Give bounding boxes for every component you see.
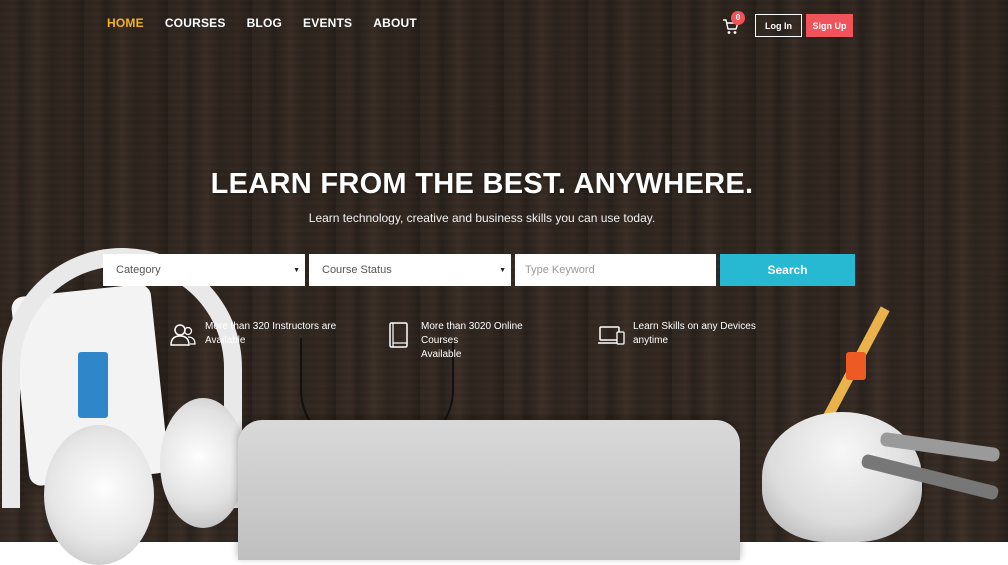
keyword-input[interactable] (515, 254, 716, 286)
dropdown-arrow-icon: ▼ (499, 266, 506, 274)
course-search-form: Category ▼ Course Status ▼ Search (103, 254, 855, 286)
book-icon (389, 322, 408, 348)
nav-about[interactable]: ABOUT (373, 16, 417, 30)
course-status-select-value: Course Status (322, 264, 392, 276)
headphone-earcup-right (160, 398, 246, 528)
headphone-earcup-left (44, 425, 154, 565)
hero-subline: Learn technology, creative and business … (308, 211, 656, 225)
feature-courses-line2: Available (421, 349, 462, 360)
feature-devices: Learn Skills on any Devices anytime (597, 320, 773, 349)
feature-instructors-line1: More than 320 Instructors are (205, 321, 337, 332)
main-nav: HOME COURSES BLOG EVENTS ABOUT (107, 16, 417, 30)
course-status-select[interactable]: Course Status ▼ (309, 254, 511, 286)
nav-home[interactable]: HOME (107, 16, 144, 30)
nav-courses[interactable]: COURSES (165, 16, 226, 30)
feature-devices-line2: anytime (633, 335, 669, 346)
feature-courses-line1: More than 3020 Online Courses (421, 321, 523, 346)
nav-blog[interactable]: BLOG (247, 16, 282, 30)
category-select-value: Category (116, 264, 161, 276)
devices-icon (598, 326, 625, 345)
category-select[interactable]: Category ▼ (103, 254, 305, 286)
feature-devices-line1: Learn Skills on any Devices (633, 321, 756, 332)
laptop-image (238, 420, 740, 560)
pen-cup-image (762, 412, 922, 542)
feature-courses: More than 3020 Online Courses Available (385, 320, 561, 362)
dropdown-arrow-icon: ▼ (293, 266, 300, 274)
instructors-icon (170, 324, 196, 346)
nav-events[interactable]: EVENTS (303, 16, 352, 30)
login-button[interactable]: Log In (755, 14, 802, 37)
cart-count-badge: 0 (731, 11, 745, 25)
search-button[interactable]: Search (720, 254, 855, 286)
feature-instructors-line2: Available (205, 335, 246, 346)
signup-button[interactable]: Sign Up (806, 14, 853, 37)
highlighter-image (846, 352, 866, 380)
hero-headline: LEARN FROM THE BEST. ANYWHERE. (210, 168, 754, 200)
feature-instructors: More than 320 Instructors are Available (169, 320, 345, 349)
